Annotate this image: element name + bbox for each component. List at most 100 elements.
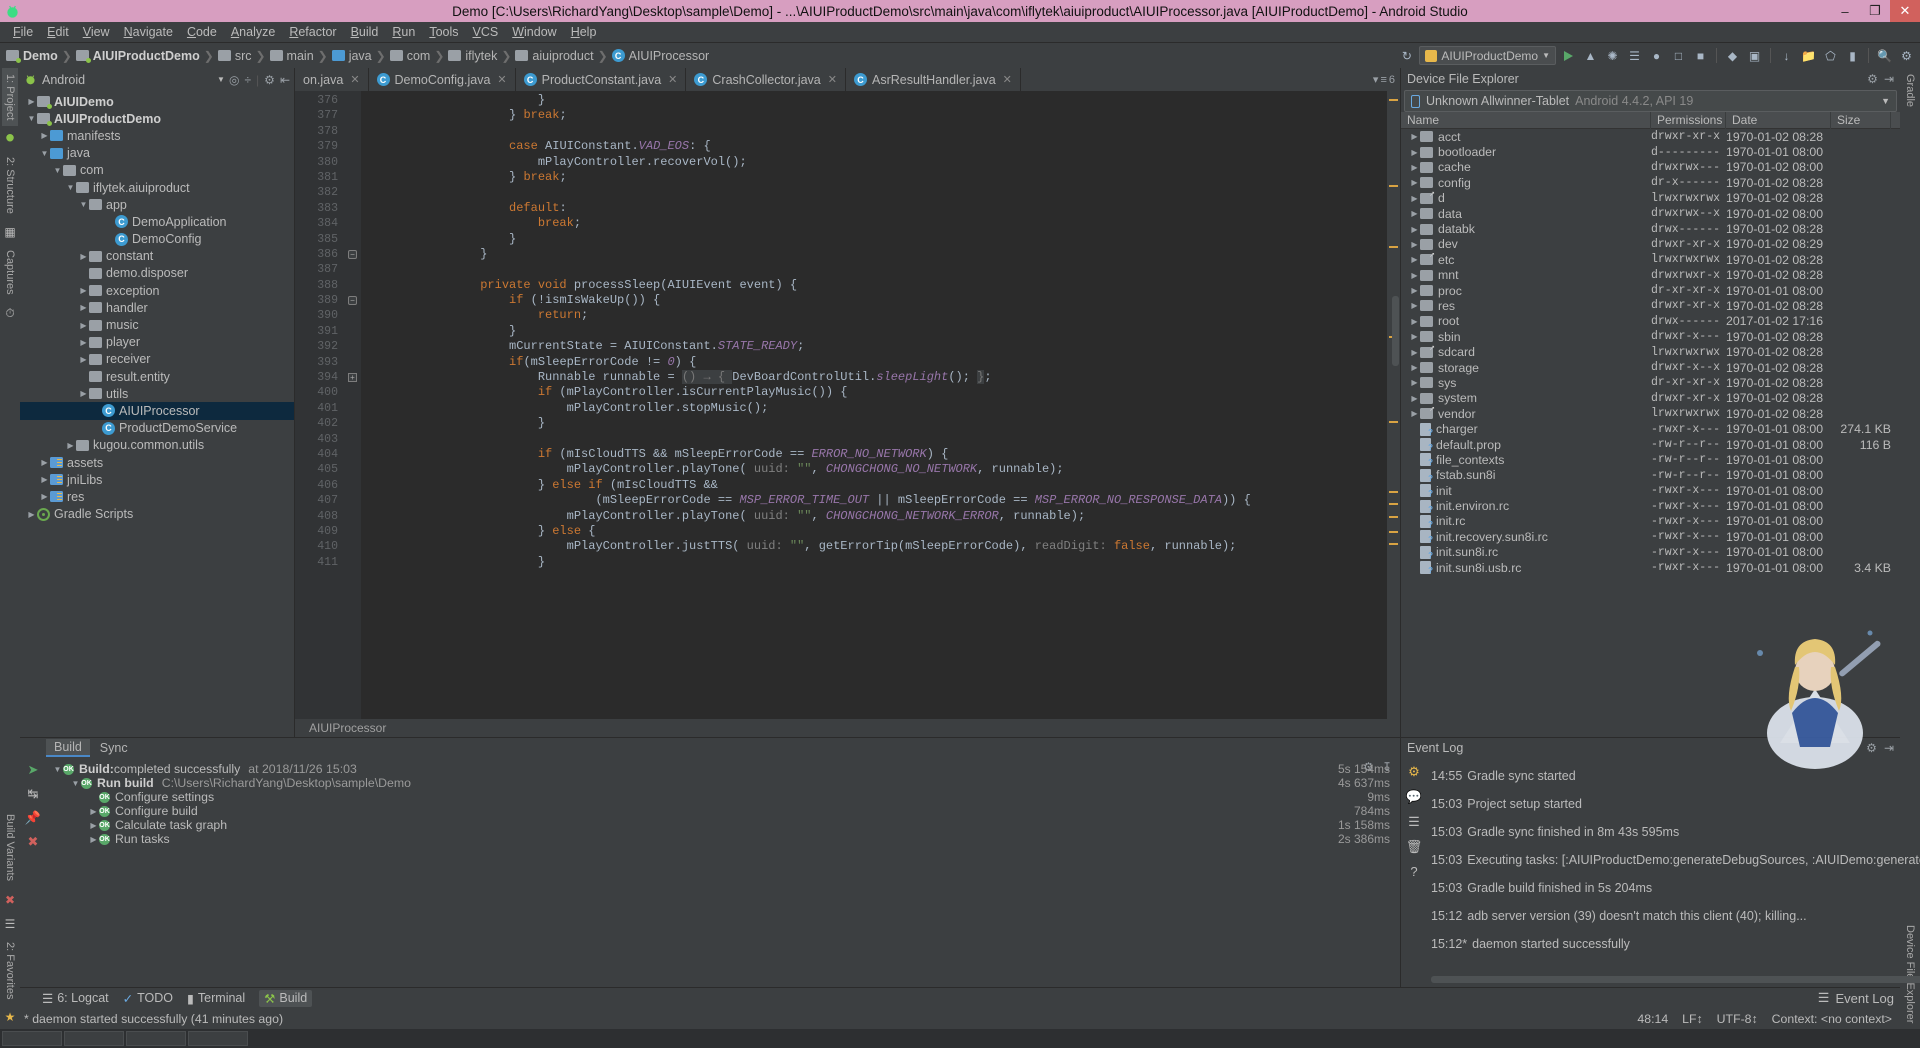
expand-arrow-icon[interactable]: ▶ bbox=[88, 821, 99, 830]
tool-item-event-log-label[interactable]: Event Log bbox=[1835, 991, 1894, 1006]
expand-arrow-icon[interactable]: ▼ bbox=[39, 149, 50, 158]
menu-item-tools[interactable]: Tools bbox=[422, 23, 465, 41]
build-output-row[interactable]: ▶ OK Calculate task graph 1s 158ms bbox=[46, 818, 1400, 832]
expand-arrow-icon[interactable]: ▶ bbox=[78, 321, 89, 330]
settings-wrench-icon[interactable]: ⚙ bbox=[1408, 764, 1420, 780]
expand-arrow-icon[interactable]: ▶ bbox=[1409, 409, 1420, 418]
project-tree-item-aiuiproductdemo[interactable]: ▼ AIUIProductDemo bbox=[20, 110, 294, 127]
breadcrumb[interactable]: Demo ❯ AIUIProductDemo ❯ src ❯ main ❯ java ❯ com ❯ i… bbox=[6, 49, 709, 63]
tool-item-todo[interactable]: ✓ TODO bbox=[123, 991, 173, 1006]
sidebar-item-gradle[interactable]: Gradle bbox=[1902, 68, 1918, 113]
avd-manager-icon[interactable]: □ bbox=[1669, 46, 1688, 65]
list-icon[interactable]: ☰ bbox=[1408, 814, 1420, 830]
event-log-entry[interactable]: 15:03 Project setup started bbox=[1431, 790, 1920, 818]
menu-item-navigate[interactable]: Navigate bbox=[117, 23, 180, 41]
code-line[interactable]: } break; bbox=[361, 170, 1387, 185]
device-file-row[interactable]: charger -rwxr-x--- 1970-01-01 08:00 274.1 K… bbox=[1401, 421, 1900, 436]
expand-arrow-icon[interactable]: ▼ bbox=[78, 200, 89, 209]
expand-arrow-icon[interactable]: ▶ bbox=[1409, 348, 1420, 357]
code-line[interactable]: Runnable runnable = () → { DevBoardContr… bbox=[361, 370, 1387, 385]
project-tree-item-demoapplication[interactable]: C DemoApplication bbox=[20, 213, 294, 230]
tool-item-logcat[interactable]: ☰ 6: Logcat bbox=[42, 991, 109, 1006]
project-tree-item-aiuidemo[interactable]: ▶ AIUIDemo bbox=[20, 93, 294, 110]
close-icon[interactable]: ✖ bbox=[28, 834, 39, 850]
code-line[interactable]: mPlayController.justTTS( uuid: "", getEr… bbox=[361, 539, 1387, 554]
expand-arrow-icon[interactable]: ▶ bbox=[78, 338, 89, 347]
maximize-button[interactable]: ❐ bbox=[1860, 0, 1890, 22]
hide-icon[interactable]: ⇥ bbox=[1884, 72, 1894, 86]
device-file-row[interactable]: init.environ.rc -rwxr-x--- 1970-01-01 08:0… bbox=[1401, 498, 1900, 513]
gear-icon[interactable]: ⚙ bbox=[1867, 72, 1878, 86]
expand-arrow-icon[interactable]: ▶ bbox=[1409, 301, 1420, 310]
code-line[interactable]: case AIUIConstant.VAD_EOS: { bbox=[361, 139, 1387, 154]
event-log-horizontal-scrollbar[interactable] bbox=[1431, 976, 1920, 983]
editor-tab-asrresulthandler-java[interactable]: C AsrResultHandler.java ✕ bbox=[846, 68, 1021, 91]
attach-debugger-icon[interactable]: ✺ bbox=[1603, 46, 1622, 65]
close-icon[interactable]: ✕ bbox=[350, 73, 359, 86]
editor-tab-democonfig-java[interactable]: C DemoConfig.java ✕ bbox=[369, 68, 516, 91]
code-line[interactable]: return; bbox=[361, 308, 1387, 323]
menu-item-code[interactable]: Code bbox=[180, 23, 224, 41]
expand-arrow-icon[interactable]: ▶ bbox=[1409, 132, 1420, 141]
hide-icon[interactable]: ⇤ bbox=[280, 73, 290, 87]
device-explorer-columns[interactable]: Name Permissions Date Size bbox=[1401, 111, 1900, 129]
event-log-entry[interactable]: 15:12* daemon started successfully bbox=[1431, 930, 1920, 958]
code-line[interactable]: if (mIsCloudTTS && mSleepErrorCode == ER… bbox=[361, 447, 1387, 462]
device-file-row[interactable]: init -rwxr-x--- 1970-01-01 08:00 bbox=[1401, 483, 1900, 498]
device-file-row[interactable]: ▶ ↗ d lrwxrwxrwx 1970-01-02 08:28 bbox=[1401, 191, 1900, 206]
code-line[interactable]: break; bbox=[361, 216, 1387, 231]
expand-arrow-icon[interactable]: ▶ bbox=[39, 492, 50, 501]
code-line[interactable]: if (mPlayController.isCurrentPlayMusic()… bbox=[361, 385, 1387, 400]
expand-collapse-icon[interactable]: ÷ bbox=[244, 73, 251, 87]
code-line[interactable]: } bbox=[361, 416, 1387, 431]
menu-item-window[interactable]: Window bbox=[505, 23, 563, 41]
expand-arrow-icon[interactable]: ▶ bbox=[1409, 178, 1420, 187]
code-content[interactable]: } } break; case AIUIConstant.VAD_EOS: { … bbox=[361, 91, 1387, 719]
profiler-icon[interactable]: ☰ bbox=[1625, 46, 1644, 65]
stop-icon[interactable]: ● bbox=[1647, 46, 1666, 65]
device-file-row[interactable]: ▶ dev drwxr-xr-x 1970-01-02 08:29 bbox=[1401, 237, 1900, 252]
event-log-entry[interactable]: 15:03 Gradle build finished in 5s 204ms bbox=[1431, 874, 1920, 902]
minimize-button[interactable]: – bbox=[1830, 0, 1860, 22]
build-output-row[interactable]: ▼ OK Run build C:\Users\RichardYang\Desktop… bbox=[46, 776, 1400, 790]
code-folding-strip[interactable]: + − − bbox=[345, 91, 361, 719]
device-file-row[interactable]: ▶ ↗ sdcard lrwxrwxrwx 1970-01-02 08:28 bbox=[1401, 344, 1900, 359]
menu-item-view[interactable]: View bbox=[76, 23, 117, 41]
device-file-row[interactable]: init.sun8i.usb.rc -rwxr-x--- 1970-01-01 08… bbox=[1401, 560, 1900, 575]
code-line[interactable] bbox=[361, 432, 1387, 447]
code-line[interactable]: } bbox=[361, 324, 1387, 339]
line-separator[interactable]: LF↕ bbox=[1682, 1012, 1703, 1026]
expand-arrow-icon[interactable]: ▶ bbox=[1409, 209, 1420, 218]
project-tree-item-receiver[interactable]: ▶ receiver bbox=[20, 351, 294, 368]
expand-arrow-icon[interactable]: ▶ bbox=[78, 355, 89, 364]
build-tab-sync[interactable]: Sync bbox=[92, 740, 136, 756]
build-tab-build[interactable]: Build bbox=[46, 739, 90, 757]
project-tree-item-java[interactable]: ▼ java bbox=[20, 145, 294, 162]
run-icon[interactable] bbox=[1559, 46, 1578, 65]
expand-arrow-icon[interactable]: ▼ bbox=[65, 183, 76, 192]
project-tree-item-exception[interactable]: ▶ exception bbox=[20, 282, 294, 299]
expand-arrow-icon[interactable]: ▶ bbox=[1409, 286, 1420, 295]
pin-icon[interactable]: 📌 bbox=[25, 810, 41, 826]
device-file-row[interactable]: init.recovery.sun8i.rc -rwxr-x--- 1970-01-… bbox=[1401, 529, 1900, 544]
project-tree-item-result-entity[interactable]: result.entity bbox=[20, 368, 294, 385]
project-tree-item-com[interactable]: ▼ com bbox=[20, 162, 294, 179]
code-line[interactable]: } else { bbox=[361, 524, 1387, 539]
device-file-row[interactable]: ▶ cache drwxrwx--- 1970-01-02 08:00 bbox=[1401, 160, 1900, 175]
taskbar-item[interactable] bbox=[64, 1031, 124, 1046]
tab-list-icon[interactable]: ≡ bbox=[1380, 74, 1386, 86]
code-line[interactable]: mPlayController.playTone( uuid: "", CHON… bbox=[361, 462, 1387, 477]
build-output-row[interactable]: ▶ OK Configure build 784ms bbox=[46, 804, 1400, 818]
project-tree-item-iflytek-aiuiproduct[interactable]: ▼ iflytek.aiuiproduct bbox=[20, 179, 294, 196]
trash-icon[interactable]: 🗑 bbox=[1406, 839, 1423, 855]
expand-arrow-icon[interactable]: ▶ bbox=[26, 510, 37, 519]
breadcrumb-item-demo[interactable]: Demo bbox=[6, 49, 58, 63]
gear-icon[interactable]: ⚙ bbox=[1866, 741, 1877, 755]
taskbar-item[interactable] bbox=[2, 1031, 62, 1046]
expand-arrow-icon[interactable]: ▶ bbox=[1409, 194, 1420, 203]
expand-arrow-icon[interactable]: ▶ bbox=[88, 807, 99, 816]
rerun-icon[interactable]: ➤ bbox=[28, 762, 39, 778]
close-icon[interactable]: ✕ bbox=[497, 73, 506, 86]
code-line[interactable] bbox=[361, 124, 1387, 139]
build-output-row[interactable]: ▼ OK Build: completed successfully at 2018/… bbox=[46, 762, 1400, 776]
